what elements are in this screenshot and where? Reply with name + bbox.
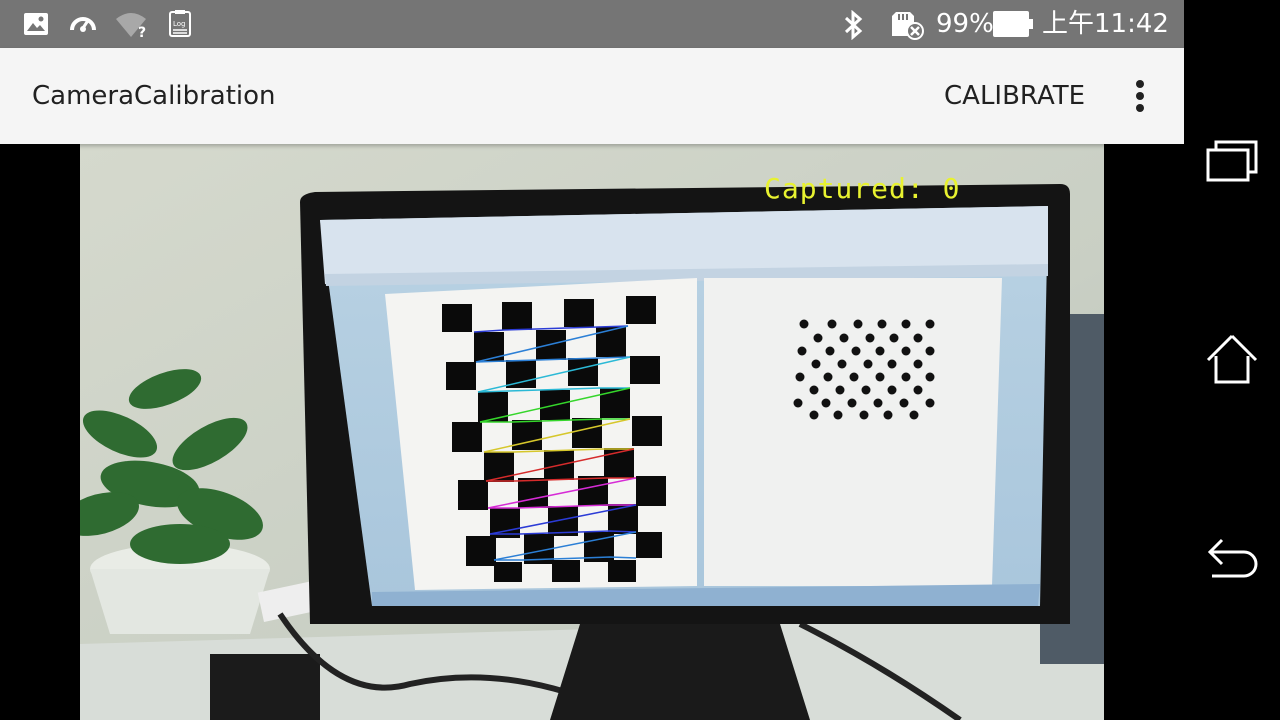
svg-text:?: ? — [138, 25, 146, 38]
action-bar: CameraCalibration CALIBRATE — [0, 48, 1184, 144]
svg-text:Log: Log — [173, 20, 186, 28]
clock: 上午11:42 — [1042, 9, 1169, 39]
battery-icon — [992, 10, 1034, 42]
wifi-unknown-icon: ? — [114, 10, 150, 42]
bluetooth-icon — [842, 9, 866, 44]
status-bar: ? Log 99% 上午11:42 — [0, 0, 1184, 48]
home-icon[interactable] — [1198, 326, 1266, 394]
image-icon — [22, 10, 50, 42]
sd-card-error-icon — [890, 10, 926, 44]
calibrate-button[interactable]: CALIBRATE — [928, 72, 1101, 120]
app-title: CameraCalibration — [32, 81, 276, 111]
speed-gauge-icon — [68, 10, 98, 42]
back-icon[interactable] — [1198, 526, 1266, 594]
battery-percent: 99% — [936, 9, 994, 39]
recents-icon[interactable] — [1198, 126, 1266, 194]
log-file-icon: Log — [168, 10, 192, 42]
camera-preview[interactable]: Captured: 0 — [80, 144, 1104, 720]
captured-count-overlay: Captured: 0 — [764, 172, 961, 205]
more-vert-icon[interactable] — [1116, 72, 1164, 120]
navigation-bar — [1184, 0, 1280, 720]
camera-scene — [80, 144, 1104, 720]
